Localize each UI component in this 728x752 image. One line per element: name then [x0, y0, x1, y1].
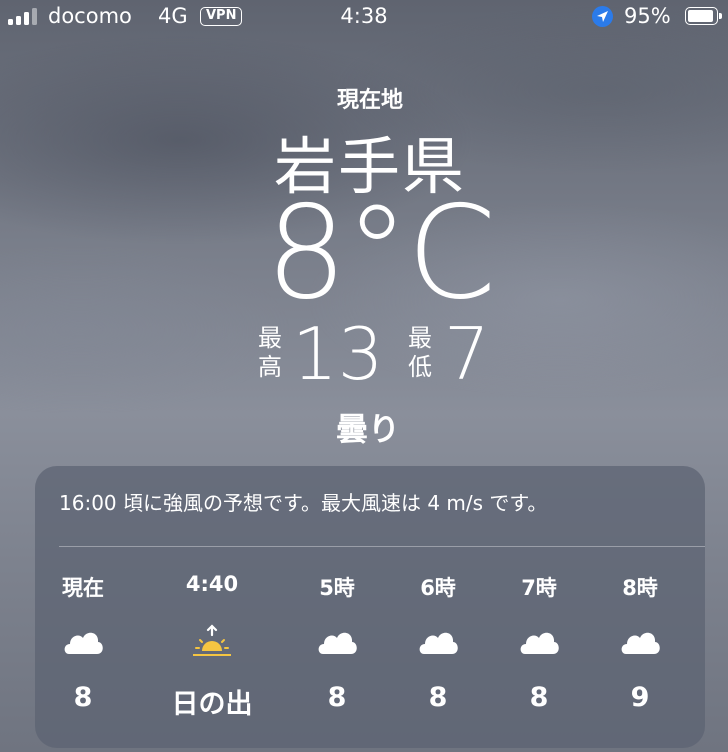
cloud-icon	[61, 624, 105, 660]
status-time: 4:38	[340, 4, 388, 28]
hour-label: 8時	[622, 576, 658, 600]
low-label: 最低	[408, 324, 432, 381]
hourly-forecast-card[interactable]: 16:00 頃に強風の予想です。最大風速は 4 m/s です。 現在 8 4:4…	[35, 466, 705, 748]
low-temperature: 7	[444, 312, 490, 396]
hour-temperature: 日の出	[171, 689, 253, 720]
hour-temperature: 8	[428, 682, 448, 713]
current-location-label: 現在地	[336, 88, 403, 113]
high-temperature: 13	[292, 312, 384, 396]
hour-item-now: 現在 8	[33, 566, 133, 726]
hour-item-7: 7時 8	[489, 566, 589, 726]
hour-temperature: 8	[529, 682, 549, 713]
hour-item-6: 6時 8	[388, 566, 488, 726]
hour-temperature: 9	[630, 682, 650, 713]
hour-label: 7時	[521, 576, 557, 600]
high-label: 最高	[258, 324, 282, 381]
hourly-forecast-list[interactable]: 現在 8 4:40 日の出 5時 8 6時 8 7時 8 8時 9	[35, 566, 705, 726]
location-services-icon	[592, 6, 613, 27]
cloud-icon	[315, 624, 359, 660]
cloud-icon	[416, 624, 460, 660]
hour-label: 5時	[319, 576, 355, 600]
status-bar: docomo 4G VPN 4:38 95%	[0, 0, 728, 34]
current-temperature: 8°C	[265, 179, 497, 328]
hour-item-5: 5時 8	[287, 566, 387, 726]
divider	[59, 546, 705, 547]
hour-label: 6時	[420, 576, 456, 600]
cloud-icon	[618, 624, 662, 660]
hour-label: 現在	[62, 576, 104, 600]
hour-temperature: 8	[73, 682, 93, 713]
sunrise-icon	[190, 624, 234, 660]
forecast-summary: 16:00 頃に強風の予想です。最大風速は 4 m/s です。	[59, 491, 548, 515]
hour-temperature: 8	[327, 682, 347, 713]
hour-item-8: 8時 9	[590, 566, 690, 726]
hour-item-sunrise: 4:40 日の出	[162, 566, 262, 726]
battery-percentage: 95%	[624, 4, 671, 28]
cloud-icon	[517, 624, 561, 660]
battery-icon	[685, 7, 722, 25]
hour-label: 4:40	[185, 572, 239, 596]
weather-condition: 曇り	[335, 410, 400, 448]
high-low-temperatures: 最高 13 最低 7	[0, 314, 728, 394]
